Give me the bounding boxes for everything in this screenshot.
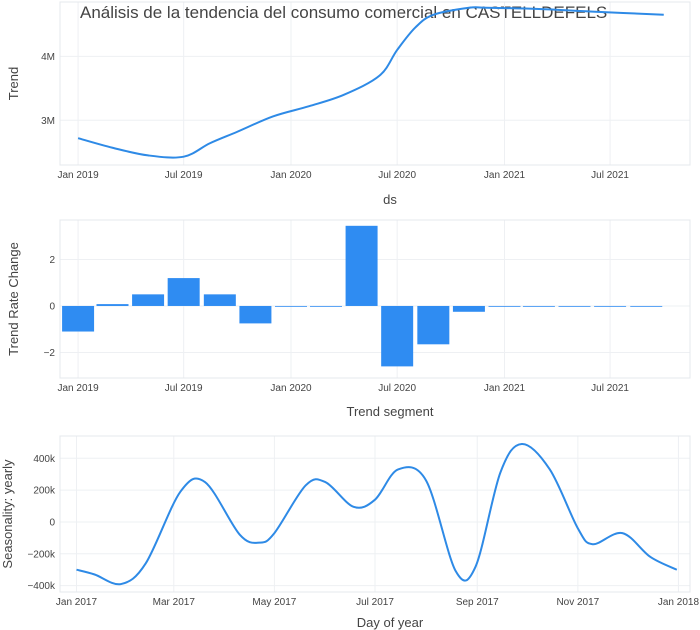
y-tick-label: 200k — [33, 486, 56, 497]
x-tick-label: Jan 2019 — [58, 170, 100, 181]
yearly-seasonality-panel: Jan 2017 Mar 2017 May 2017 Jul 2017 Sep 2017… — [0, 435, 700, 630]
y-tick-label: 4M — [41, 52, 55, 63]
figure: Análisis de la tendencia del consumo com… — [0, 1, 700, 630]
bar — [132, 294, 165, 306]
y-tick-label: 400k — [33, 454, 56, 465]
x-tick-label: Jan 2020 — [270, 383, 312, 394]
x-axis-title: ds — [383, 192, 397, 207]
bar — [558, 305, 591, 307]
x-tick-label: Jul 2019 — [165, 170, 203, 181]
y-tick-label: 0 — [49, 301, 55, 312]
bar — [630, 305, 663, 307]
bar — [96, 304, 129, 306]
y-tick-label: 2 — [49, 255, 55, 266]
bar — [275, 305, 307, 307]
bar — [167, 278, 200, 306]
figure-title: Análisis de la tendencia del consumo com… — [80, 3, 607, 22]
trend-panel: Jan 2019 Jul 2019 Jan 2020 Jul 2020 Jan 2021… — [6, 1, 691, 207]
y-tick-label: −200k — [27, 549, 56, 560]
bar — [239, 305, 272, 324]
x-tick-label: Jul 2019 — [165, 383, 203, 394]
bar — [452, 305, 485, 312]
x-tick-label: Jan 2020 — [270, 170, 312, 181]
y-tick-label: −400k — [27, 581, 56, 592]
bar — [203, 294, 236, 306]
x-axis-title: Trend segment — [347, 404, 434, 419]
bar — [62, 305, 95, 332]
x-tick-label: Sep 2017 — [456, 597, 499, 608]
plot-frame — [59, 1, 691, 166]
x-tick-label: Jul 2020 — [378, 170, 416, 181]
bar — [345, 225, 378, 306]
y-axis-title: Trend Rate Change — [6, 242, 21, 356]
bar — [381, 305, 414, 367]
x-tick-label: Jul 2020 — [378, 383, 416, 394]
x-tick-label: Jul 2017 — [356, 597, 394, 608]
y-tick-label: −2 — [44, 348, 56, 359]
series-line — [77, 6, 664, 159]
y-tick-label: 0 — [49, 517, 55, 528]
bar — [488, 305, 521, 307]
bar — [594, 305, 627, 307]
bar — [417, 305, 450, 345]
x-tick-label: Nov 2017 — [556, 597, 599, 608]
y-axis-title: Trend — [6, 67, 21, 100]
x-tick-label: Jul 2021 — [591, 170, 629, 181]
x-tick-label: Jul 2021 — [591, 383, 629, 394]
x-tick-label: Jan 2021 — [484, 383, 526, 394]
x-tick-label: Jan 2021 — [484, 170, 526, 181]
bar — [522, 305, 555, 307]
x-tick-label: May 2017 — [252, 597, 296, 608]
x-tick-label: Jan 2018 — [658, 597, 700, 608]
x-tick-label: Mar 2017 — [153, 597, 196, 608]
bar — [310, 305, 342, 307]
series-line — [76, 442, 678, 586]
trend-rate-change-panel: Jan 2019 Jul 2019 Jan 2020 Jul 2020 Jan 2021… — [6, 219, 691, 419]
y-axis-title: Seasonality: yearly — [0, 459, 15, 569]
x-tick-label: Jan 2019 — [58, 383, 100, 394]
x-tick-label: Jan 2017 — [56, 597, 98, 608]
y-tick-label: 3M — [41, 116, 55, 127]
x-axis-title: Day of year — [357, 615, 424, 630]
